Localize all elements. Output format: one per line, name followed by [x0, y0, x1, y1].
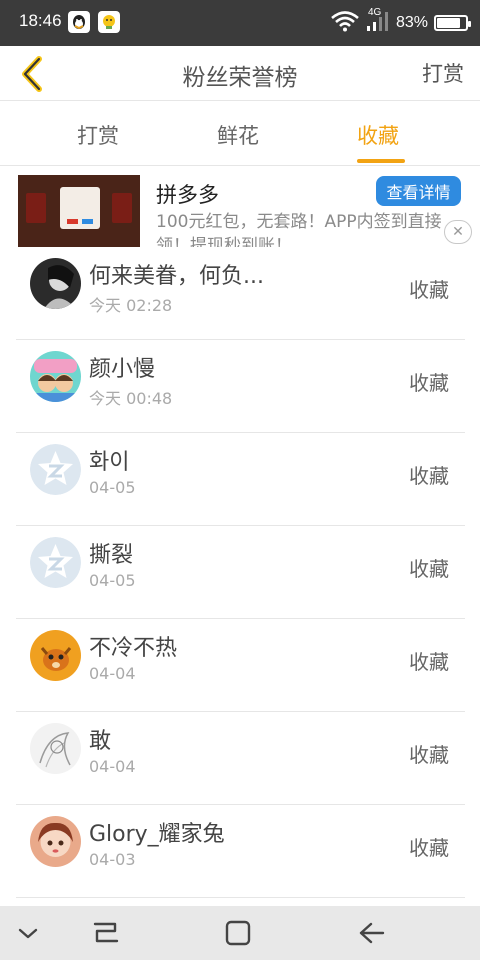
- list-item-name: 撕裂: [89, 543, 134, 568]
- avatar-photo-doll: [30, 816, 81, 867]
- recents-button[interactable]: [90, 918, 122, 948]
- system-navigation-bar: [0, 906, 480, 960]
- tab-reward[interactable]: 打赏: [77, 120, 119, 150]
- avatar-photo-cartoon: [30, 351, 81, 402]
- favorites-list: 何来美眷，何负... 今天 02:28 收藏 颜小慢 今天 00:48 收藏 화…: [0, 247, 480, 898]
- list-item[interactable]: 何来美眷，何负... 今天 02:28 收藏: [0, 247, 480, 340]
- tab-favorites[interactable]: 收藏: [357, 120, 399, 150]
- status-right-group: 83%: [330, 8, 471, 38]
- list-item-name: 何来美眷，何负...: [89, 264, 264, 289]
- home-button[interactable]: [222, 918, 254, 948]
- list-item-action: 收藏: [409, 557, 449, 581]
- status-bar: 18:46 4G 83%: [0, 0, 480, 46]
- status-time: 18:46: [19, 11, 62, 30]
- ad-close-button[interactable]: ✕: [444, 220, 472, 244]
- title-bar: 粉丝荣誉榜 打赏: [0, 46, 480, 101]
- back-nav-button[interactable]: [356, 918, 388, 948]
- avatar-default-qzone: [30, 537, 81, 588]
- tab-bar: 打赏 鲜花 收藏: [0, 102, 480, 166]
- list-item[interactable]: 撕裂 04-05 收藏: [0, 526, 480, 619]
- active-tab-indicator: [357, 159, 405, 163]
- list-item-action: 收藏: [409, 836, 449, 860]
- battery-percent: 83%: [395, 14, 428, 31]
- reward-header-button[interactable]: 打赏: [422, 58, 464, 88]
- page-title: 粉丝荣誉榜: [182, 65, 298, 91]
- list-item-time: 今天 00:48: [89, 389, 173, 408]
- list-item-time: 今天 02:28: [89, 296, 173, 315]
- close-icon: ✕: [452, 224, 464, 240]
- chevron-down-icon: [18, 928, 38, 939]
- ad-description: 100元红包，无套路！APP内签到直接领！提现秒到账！: [156, 212, 442, 247]
- list-item-time: 04-04: [89, 757, 136, 776]
- list-item[interactable]: Glory_耀家兔 04-03 收藏: [0, 805, 480, 898]
- ad-image-panel: [26, 193, 46, 223]
- list-item-action: 收藏: [409, 278, 449, 302]
- lightbulb-notification-icon: [98, 11, 120, 33]
- ad-view-details-button[interactable]: 查看详情: [376, 176, 461, 206]
- avatar-photo-sketch: [30, 723, 81, 774]
- list-item-name: 不冷不热: [89, 636, 178, 661]
- avatar-default-qzone: [30, 444, 81, 495]
- ad-banner[interactable]: 拼多多 查看详情 100元红包，无套路！APP内签到直接领！提现秒到账！: [0, 167, 480, 247]
- ad-image-panel: [112, 193, 132, 223]
- avatar-photo-deer: [30, 630, 81, 681]
- list-item-time: 04-03: [89, 850, 136, 869]
- list-item-name: 颜小慢: [89, 357, 156, 382]
- list-item-time: 04-05: [89, 478, 136, 497]
- list-item-action: 收藏: [409, 743, 449, 767]
- list-item[interactable]: 颜小慢 今天 00:48 收藏: [0, 340, 480, 433]
- list-item-name: 敢: [89, 729, 112, 754]
- battery-icon: [434, 15, 471, 31]
- ad-image-dialog-button: [82, 219, 93, 224]
- tab-flowers[interactable]: 鲜花: [217, 120, 259, 150]
- list-item-time: 04-04: [89, 664, 136, 683]
- qq-notification-icon: [68, 11, 90, 33]
- recents-icon: [93, 922, 119, 943]
- list-item[interactable]: 敢 04-04 收藏: [0, 712, 480, 805]
- avatar-photo-profile: [30, 258, 81, 309]
- list-item-time: 04-05: [89, 571, 136, 590]
- ad-image: [18, 175, 140, 247]
- list-item[interactable]: 不冷不热 04-04 收藏: [0, 619, 480, 712]
- hide-nav-button[interactable]: [12, 918, 44, 948]
- ad-image-dialog: [60, 187, 100, 229]
- wifi-icon: [330, 10, 360, 36]
- app-root: 18:46 4G 83% 粉丝荣誉榜 打赏 打赏 鲜花 收藏 拼多多 查看详情 …: [0, 0, 480, 960]
- signal-icon: [366, 10, 390, 36]
- list-item-name: 화이: [89, 450, 130, 475]
- list-item-action: 收藏: [409, 464, 449, 488]
- list-item-name: Glory_耀家兔: [89, 822, 225, 847]
- home-icon: [225, 920, 251, 946]
- ad-title: 拼多多: [156, 183, 219, 207]
- battery-level-fill: [437, 18, 461, 28]
- list-item[interactable]: 화이 04-05 收藏: [0, 433, 480, 526]
- back-arrow-icon: [359, 922, 385, 944]
- list-item-action: 收藏: [409, 371, 449, 395]
- list-item-action: 收藏: [409, 650, 449, 674]
- ad-image-dialog-button: [67, 219, 78, 224]
